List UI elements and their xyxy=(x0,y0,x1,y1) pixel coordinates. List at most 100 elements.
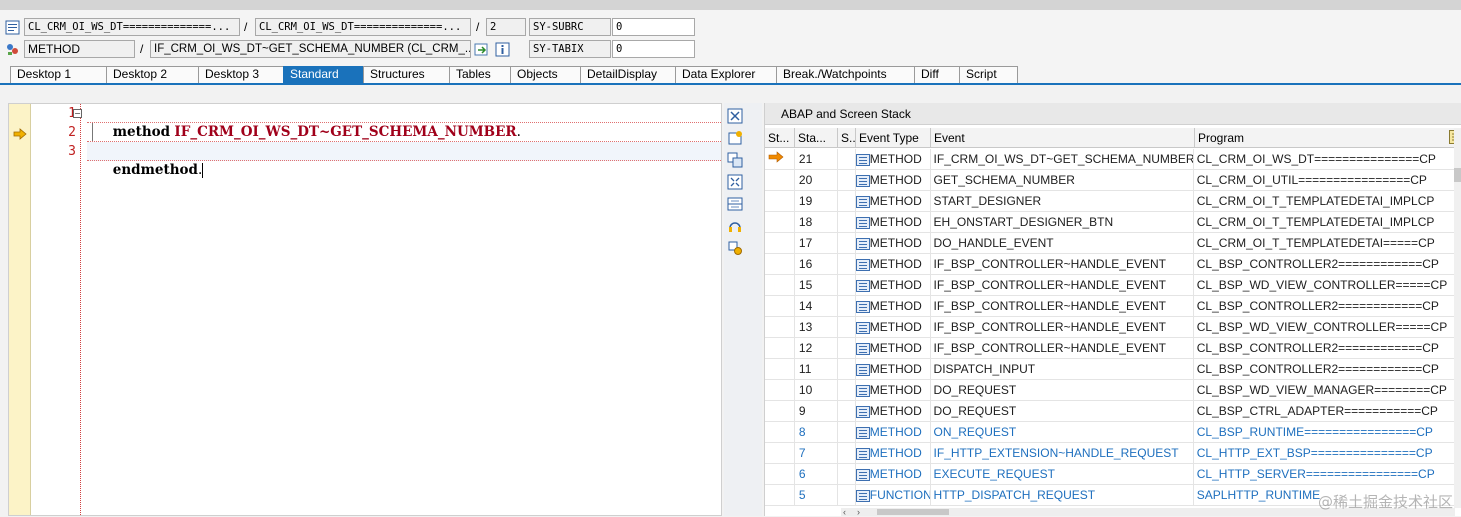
tab-desktop-2[interactable]: Desktop 2 xyxy=(106,66,199,83)
row-event-type: METHOD xyxy=(855,233,931,253)
row-status xyxy=(765,380,795,400)
method-type-icon xyxy=(855,237,870,250)
vertical-scrollbar[interactable] xyxy=(1454,128,1461,508)
method-type-icon xyxy=(855,384,870,397)
code-area[interactable]: − method IF_CRM_OI_WS_DT~GET_SCHEMA_NUMBE… xyxy=(73,104,721,178)
table-row[interactable]: 15 METHOD IF_BSP_CONTROLLER~HANDLE_EVENT CL… xyxy=(765,275,1455,296)
source-code-editor[interactable]: 1 2 3 −method IF_CRM_OI_WS_DT~GET_SCHEMA… xyxy=(8,103,722,516)
row-status xyxy=(765,464,795,484)
method-type-icon xyxy=(855,405,870,418)
row-status xyxy=(765,191,795,211)
row-level: 18 xyxy=(795,212,838,232)
panel-title: ABAP and Screen Stack xyxy=(765,103,1461,125)
row-program: CL_CRM_OI_UTIL================CP xyxy=(1194,170,1455,190)
line-field[interactable]: 2 xyxy=(486,18,526,36)
scroll-right-icon[interactable]: › xyxy=(857,508,860,517)
col-header-event-type[interactable]: Event Type xyxy=(856,128,931,148)
row-event-type: METHOD xyxy=(855,401,931,421)
row-kind xyxy=(838,317,856,337)
tab-objects[interactable]: Objects xyxy=(510,66,581,83)
split-tool-icon[interactable] xyxy=(726,195,744,213)
debugger-header: CL_CRM_OI_WS_DT==============... / CL_CR… xyxy=(0,10,1461,66)
code-line[interactable]: − method IF_CRM_OI_WS_DT~GET_SCHEMA_NUMBE… xyxy=(73,104,721,140)
table-row[interactable]: 17 METHOD DO_HANDLE_EVENT CL_CRM_OI_T_TEMPL… xyxy=(765,233,1455,254)
method-type-icon xyxy=(855,426,870,439)
event-type-label: METHOD xyxy=(869,257,922,271)
sysvar-value-field[interactable]: 0 xyxy=(612,18,695,36)
col-header-s[interactable]: S... xyxy=(838,128,856,148)
row-program: CL_CRM_OI_T_TEMPLATEDETAI_IMPLCP xyxy=(1194,191,1455,211)
info-icon[interactable] xyxy=(494,41,510,57)
navigate-source-icon[interactable] xyxy=(473,41,489,57)
sysvar-value-field[interactable]: 0 xyxy=(612,40,695,58)
program-field[interactable]: CL_CRM_OI_WS_DT==============... xyxy=(24,18,240,36)
row-status xyxy=(765,359,795,379)
tab-desktop-3[interactable]: Desktop 3 xyxy=(198,66,284,83)
sysvar-name-field[interactable]: SY-TABIX xyxy=(529,40,611,58)
row-status xyxy=(765,296,795,316)
row-event: IF_CRM_OI_WS_DT~GET_SCHEMA_NUMBER xyxy=(931,149,1194,169)
row-status xyxy=(765,422,795,442)
col-header-st[interactable]: St... xyxy=(765,128,795,148)
breakpoint-gutter[interactable] xyxy=(9,104,31,515)
event-type-label: METHOD xyxy=(869,362,922,376)
row-status xyxy=(765,485,795,505)
table-row[interactable]: 9 METHOD DO_REQUEST CL_BSP_CTRL_ADAPTER====… xyxy=(765,401,1455,422)
table-row[interactable]: 10 METHOD DO_REQUEST CL_BSP_WD_VIEW_MANAGER… xyxy=(765,380,1455,401)
scroll-left-icon[interactable]: ‹ xyxy=(843,508,846,517)
row-program: CL_HTTP_SERVER================CP xyxy=(1194,464,1455,484)
row-level: 16 xyxy=(795,254,838,274)
collapse-icon[interactable]: − xyxy=(73,109,82,118)
event-field[interactable]: IF_CRM_OI_WS_DT~GET_SCHEMA_NUMBER (CL_CR… xyxy=(150,40,471,58)
table-row[interactable]: 14 METHOD IF_BSP_CONTROLLER~HANDLE_EVENT CL… xyxy=(765,296,1455,317)
row-event-type: METHOD xyxy=(855,338,931,358)
headset-tool-icon[interactable] xyxy=(726,217,744,235)
table-row[interactable]: 18 METHOD EH_ONSTART_DESIGNER_BTN CL_CRM_OI… xyxy=(765,212,1455,233)
maximize-tool-icon[interactable] xyxy=(726,173,744,191)
table-row[interactable]: 16 METHOD IF_BSP_CONTROLLER~HANDLE_EVENT CL… xyxy=(765,254,1455,275)
code-line-current[interactable]: endmethod. xyxy=(87,142,721,178)
abap-screen-stack-panel: ABAP and Screen Stack St... Sta... S... … xyxy=(764,103,1461,517)
scroll-thumb[interactable] xyxy=(877,509,949,515)
include-field[interactable]: CL_CRM_OI_WS_DT==============... xyxy=(255,18,471,36)
table-row[interactable]: 13 METHOD IF_BSP_CONTROLLER~HANDLE_EVENT CL… xyxy=(765,317,1455,338)
col-header-event[interactable]: Event xyxy=(931,128,1195,148)
sysvar-name-field[interactable]: SY-SUBRC xyxy=(529,18,611,36)
tab-detail-display[interactable]: DetailDisplay xyxy=(580,66,676,83)
tab-desktop-1[interactable]: Desktop 1 xyxy=(10,66,107,83)
row-program: CL_BSP_CONTROLLER2============CP xyxy=(1194,254,1455,274)
table-row[interactable]: 11 METHOD DISPATCH_INPUT CL_BSP_CONTROLLER2… xyxy=(765,359,1455,380)
table-row[interactable]: 8 METHOD ON_REQUEST CL_BSP_RUNTIME=========… xyxy=(765,422,1455,443)
tab-structures[interactable]: Structures xyxy=(363,66,450,83)
tab-data-explorer[interactable]: Data Explorer xyxy=(675,66,777,83)
tab-script[interactable]: Script xyxy=(959,66,1018,83)
row-program: CL_CRM_OI_WS_DT===============CP xyxy=(1194,149,1455,169)
stack-row-current[interactable]: 21 METHOD IF_CRM_OI_WS_DT~GET_SCHEMA_NUMBE… xyxy=(765,149,1455,170)
swap-tool-icon[interactable] xyxy=(726,151,744,169)
table-row[interactable]: 20 METHOD GET_SCHEMA_NUMBER CL_CRM_OI_UTIL=… xyxy=(765,170,1455,191)
row-event-type: METHOD xyxy=(855,149,931,169)
table-row[interactable]: 19 METHOD START_DESIGNER CL_CRM_OI_T_TEMPLA… xyxy=(765,191,1455,212)
row-event-type: METHOD xyxy=(855,275,931,295)
table-row[interactable]: 6 METHOD EXECUTE_REQUEST CL_HTTP_SERVER====… xyxy=(765,464,1455,485)
row-event: DO_HANDLE_EVENT xyxy=(931,233,1194,253)
col-header-program[interactable]: Program xyxy=(1195,128,1457,148)
row-status xyxy=(765,338,795,358)
table-row[interactable]: 12 METHOD IF_BSP_CONTROLLER~HANDLE_EVENT CL… xyxy=(765,338,1455,359)
tab-diff[interactable]: Diff xyxy=(914,66,960,83)
table-row[interactable]: 7 METHOD IF_HTTP_EXTENSION~HANDLE_REQUEST C… xyxy=(765,443,1455,464)
tab-standard[interactable]: Standard xyxy=(283,66,364,83)
tab-tables[interactable]: Tables xyxy=(449,66,511,83)
row-event-type: METHOD xyxy=(855,380,931,400)
close-tool-icon[interactable] xyxy=(726,107,744,125)
new-tool-icon[interactable] xyxy=(726,129,744,147)
row-level: 7 xyxy=(795,443,838,463)
event-type-field[interactable]: METHOD xyxy=(24,40,135,58)
col-header-stack-level[interactable]: Sta... xyxy=(795,128,838,148)
row-event-type: METHOD xyxy=(855,422,931,442)
tab-breakpoints[interactable]: Break./Watchpoints xyxy=(776,66,915,83)
code-line[interactable]: ev_number = 1. xyxy=(87,123,721,159)
settings-tool-icon[interactable] xyxy=(726,239,744,257)
row-program: CL_CRM_OI_T_TEMPLATEDETAI=====CP xyxy=(1194,233,1455,253)
text-cursor xyxy=(202,163,204,178)
